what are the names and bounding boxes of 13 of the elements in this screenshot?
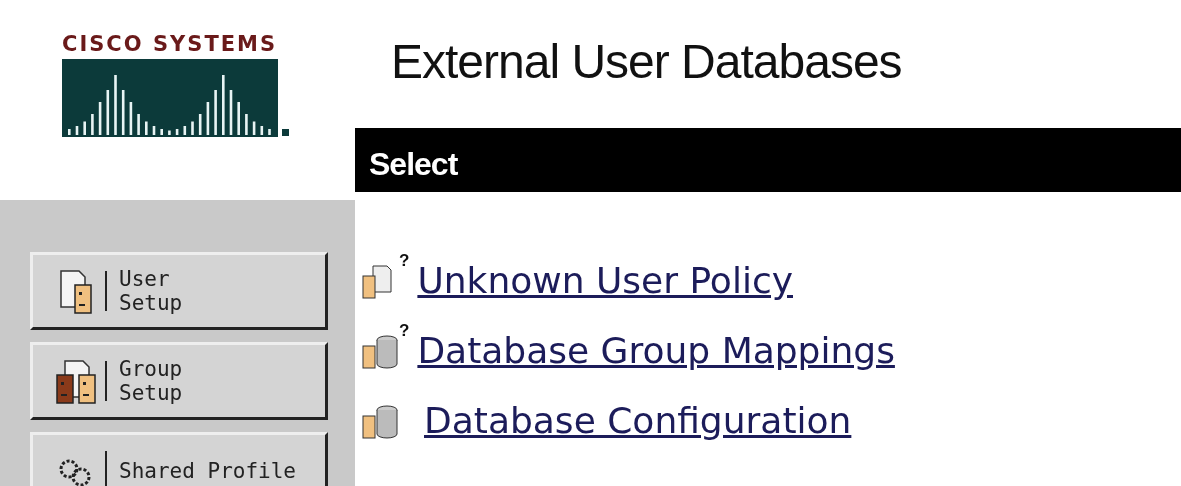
logo-text: CISCO SYSTEMS — [62, 34, 279, 55]
question-mark: ? — [399, 252, 410, 269]
section-bar: Select — [355, 128, 1181, 192]
group-document-icon — [55, 357, 97, 405]
page-title: External User Databases — [391, 35, 902, 88]
database-icon — [362, 405, 398, 439]
nav-button[interactable]: User Setup — [30, 252, 328, 330]
question-mark: ? — [399, 322, 410, 339]
link[interactable]: Unknown User Policy — [417, 254, 793, 308]
link[interactable]: Database Group Mappings — [417, 324, 895, 378]
link[interactable]: Database Configuration — [424, 394, 852, 448]
nav-button[interactable]: Shared Profile — [30, 432, 328, 486]
nav-button[interactable]: Group Setup — [30, 342, 328, 420]
